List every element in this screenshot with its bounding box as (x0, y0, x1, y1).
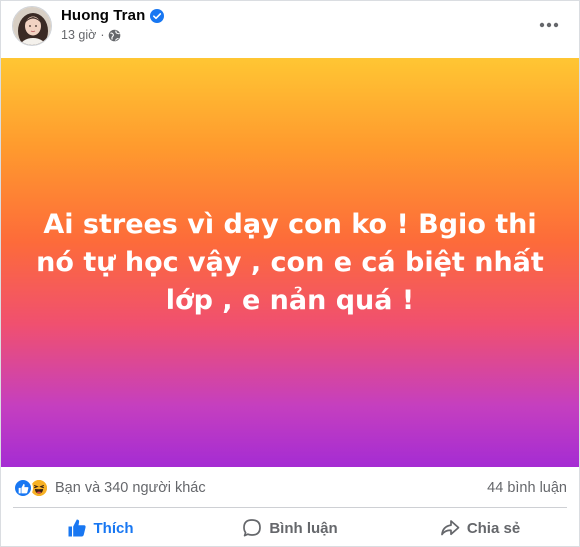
thumbs-up-icon (68, 519, 86, 537)
reactions-summary[interactable]: Bạn và 340 người khác (13, 478, 206, 498)
reactions-count[interactable]: Bạn và 340 người khác (55, 480, 206, 496)
post-text: Ai strees vì dạy con ko ! Bgio thi nó tự… (36, 208, 544, 316)
verified-badge-icon (150, 8, 165, 23)
like-button[interactable]: Thích (5, 511, 195, 545)
share-label: Chia sẻ (466, 519, 521, 537)
post-time[interactable]: 13 giờ (61, 28, 96, 42)
post-background: Ai strees vì dạy con ko ! Bgio thi nó tự… (1, 58, 579, 467)
more-options-button[interactable] (537, 13, 561, 37)
author-row: Huong Tran (61, 7, 165, 24)
comments-count[interactable]: 44 bình luận (487, 480, 567, 496)
post-actions: Thích Bình luận Chia sẻ (5, 511, 575, 545)
avatar-image (13, 7, 51, 45)
comment-bubble-icon (243, 519, 262, 537)
comment-label: Bình luận (269, 519, 338, 537)
share-button[interactable]: Chia sẻ (385, 511, 575, 545)
post-stats: Bạn và 340 người khác 44 bình luận (1, 469, 579, 507)
post-meta: 13 giờ · (61, 28, 121, 42)
globe-icon[interactable] (108, 29, 121, 42)
author-name[interactable]: Huong Tran (61, 7, 145, 24)
avatar[interactable] (12, 6, 52, 46)
meta-separator: · (100, 28, 105, 42)
share-arrow-icon (440, 520, 460, 536)
like-label: Thích (93, 519, 134, 537)
more-horizontal-icon (539, 22, 559, 28)
comment-button[interactable]: Bình luận (195, 511, 385, 545)
like-reaction-icon (13, 478, 33, 498)
post-header: Huong Tran 13 giờ · (1, 1, 579, 57)
post-card: Huong Tran 13 giờ · Ai strees vì dạy con… (0, 0, 580, 547)
actions-divider (13, 507, 567, 508)
